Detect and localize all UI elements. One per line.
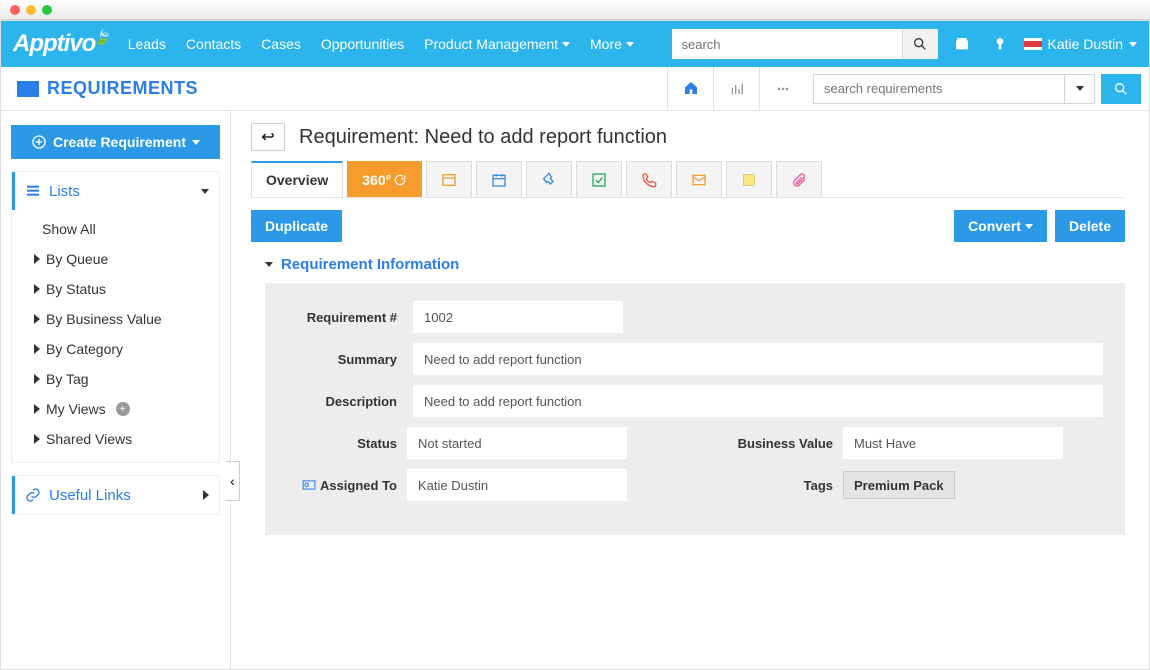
chart-icon[interactable] (713, 67, 759, 110)
sidebar-collapse-handle[interactable]: ‹ (226, 461, 240, 501)
module-icon (17, 81, 39, 97)
sidebar-item-by-queue[interactable]: By Queue (12, 244, 219, 274)
pin-icon (541, 172, 557, 188)
nav-contacts[interactable]: Contacts (186, 36, 241, 52)
user-menu[interactable]: Katie Dustin (1024, 36, 1137, 52)
useful-links-header[interactable]: Useful Links (12, 476, 219, 514)
nav-more[interactable]: More (590, 36, 634, 52)
detail-tabs: Overview 360° (251, 161, 1125, 198)
field-status[interactable]: Not started (407, 427, 627, 459)
refresh-icon (393, 172, 407, 188)
sidebar-item-by-business-value[interactable]: By Business Value (12, 304, 219, 334)
module-search-input[interactable] (814, 75, 1064, 103)
sidebar-item-by-category[interactable]: By Category (12, 334, 219, 364)
sidebar: Create Requirement Lists Show All By Que… (1, 111, 231, 669)
note-icon (741, 172, 757, 188)
home-icon[interactable] (667, 67, 713, 110)
field-description[interactable]: Need to add report function (413, 385, 1103, 417)
tab-news[interactable] (426, 161, 472, 197)
main-content: ↩ Requirement: Need to add report functi… (231, 111, 1149, 669)
tab-360[interactable]: 360° (347, 161, 422, 197)
sidebar-item-show-all[interactable]: Show All (12, 214, 219, 244)
mail-icon (691, 172, 707, 188)
field-business-value[interactable]: Must Have (843, 427, 1063, 459)
card-icon (302, 477, 316, 493)
label-summary: Summary (287, 352, 397, 367)
nav-leads[interactable]: Leads (128, 36, 166, 52)
module-bar: REQUIREMENTS (1, 67, 1149, 111)
plus-icon[interactable]: + (116, 402, 130, 416)
tab-overview[interactable]: Overview (251, 161, 343, 197)
label-description: Description (287, 394, 397, 409)
global-search-button[interactable] (902, 29, 938, 59)
module-title[interactable]: REQUIREMENTS (17, 78, 198, 99)
window-close-dot[interactable] (10, 5, 20, 15)
lists-panel-header[interactable]: Lists (12, 172, 219, 210)
store-icon[interactable] (948, 30, 976, 58)
label-requirement-no: Requirement # (287, 310, 397, 325)
primary-nav: Leads Contacts Cases Opportunities Produ… (128, 36, 634, 52)
field-summary[interactable]: Need to add report function (413, 343, 1103, 375)
window-min-dot[interactable] (26, 5, 36, 15)
field-assigned-to[interactable]: Katie Dustin (407, 469, 627, 501)
label-tags: Tags (703, 478, 833, 493)
field-requirement-no[interactable]: 1002 (413, 301, 623, 333)
create-requirement-button[interactable]: Create Requirement (11, 125, 220, 159)
phone-icon (641, 172, 657, 188)
window-max-dot[interactable] (42, 5, 52, 15)
sidebar-item-by-status[interactable]: By Status (12, 274, 219, 304)
nav-product-management[interactable]: Product Management (424, 36, 570, 52)
sidebar-item-by-tag[interactable]: By Tag (12, 364, 219, 394)
tab-pin[interactable] (526, 161, 572, 197)
calendar-icon (491, 172, 507, 188)
tab-attachment[interactable] (776, 161, 822, 197)
notifications-icon[interactable] (986, 30, 1014, 58)
convert-button[interactable]: Convert (954, 210, 1047, 242)
flag-icon (1024, 38, 1042, 50)
search-icon (912, 36, 928, 52)
global-search (672, 29, 938, 59)
back-button[interactable]: ↩ (251, 123, 285, 151)
attachment-icon (791, 172, 807, 188)
brand-logo[interactable]: Apptivo🍃 (13, 29, 110, 60)
nav-opportunities[interactable]: Opportunities (321, 36, 404, 52)
top-bar: Apptivo🍃 Leads Contacts Cases Opportunit… (1, 21, 1149, 67)
tag-chip[interactable]: Premium Pack (843, 471, 955, 499)
sidebar-item-my-views[interactable]: My Views+ (12, 394, 219, 424)
link-icon (25, 487, 41, 503)
tab-email[interactable] (676, 161, 722, 197)
tab-task[interactable] (576, 161, 622, 197)
plus-circle-icon (31, 134, 47, 150)
section-requirement-info-body: Requirement # 1002 Summary Need to add r… (265, 283, 1125, 535)
user-name: Katie Dustin (1048, 36, 1123, 52)
tab-calendar[interactable] (476, 161, 522, 197)
module-search-button[interactable] (1101, 74, 1141, 104)
duplicate-button[interactable]: Duplicate (251, 210, 342, 242)
check-icon (591, 172, 607, 188)
nav-cases[interactable]: Cases (261, 36, 301, 52)
sidebar-item-shared-views[interactable]: Shared Views (12, 424, 219, 454)
delete-button[interactable]: Delete (1055, 210, 1125, 242)
window-chrome (0, 0, 1150, 20)
label-business-value: Business Value (703, 436, 833, 451)
section-requirement-info-header[interactable]: Requirement Information (265, 256, 1125, 273)
label-assigned-to: Assigned To (287, 477, 397, 493)
tab-call[interactable] (626, 161, 672, 197)
module-search-dropdown[interactable] (1064, 75, 1094, 103)
more-icon[interactable] (759, 67, 805, 110)
global-search-input[interactable] (672, 29, 902, 59)
list-icon (25, 183, 41, 199)
page-title: Requirement: Need to add report function (299, 126, 667, 149)
news-icon (441, 172, 457, 188)
tab-note[interactable] (726, 161, 772, 197)
label-status: Status (287, 436, 397, 451)
